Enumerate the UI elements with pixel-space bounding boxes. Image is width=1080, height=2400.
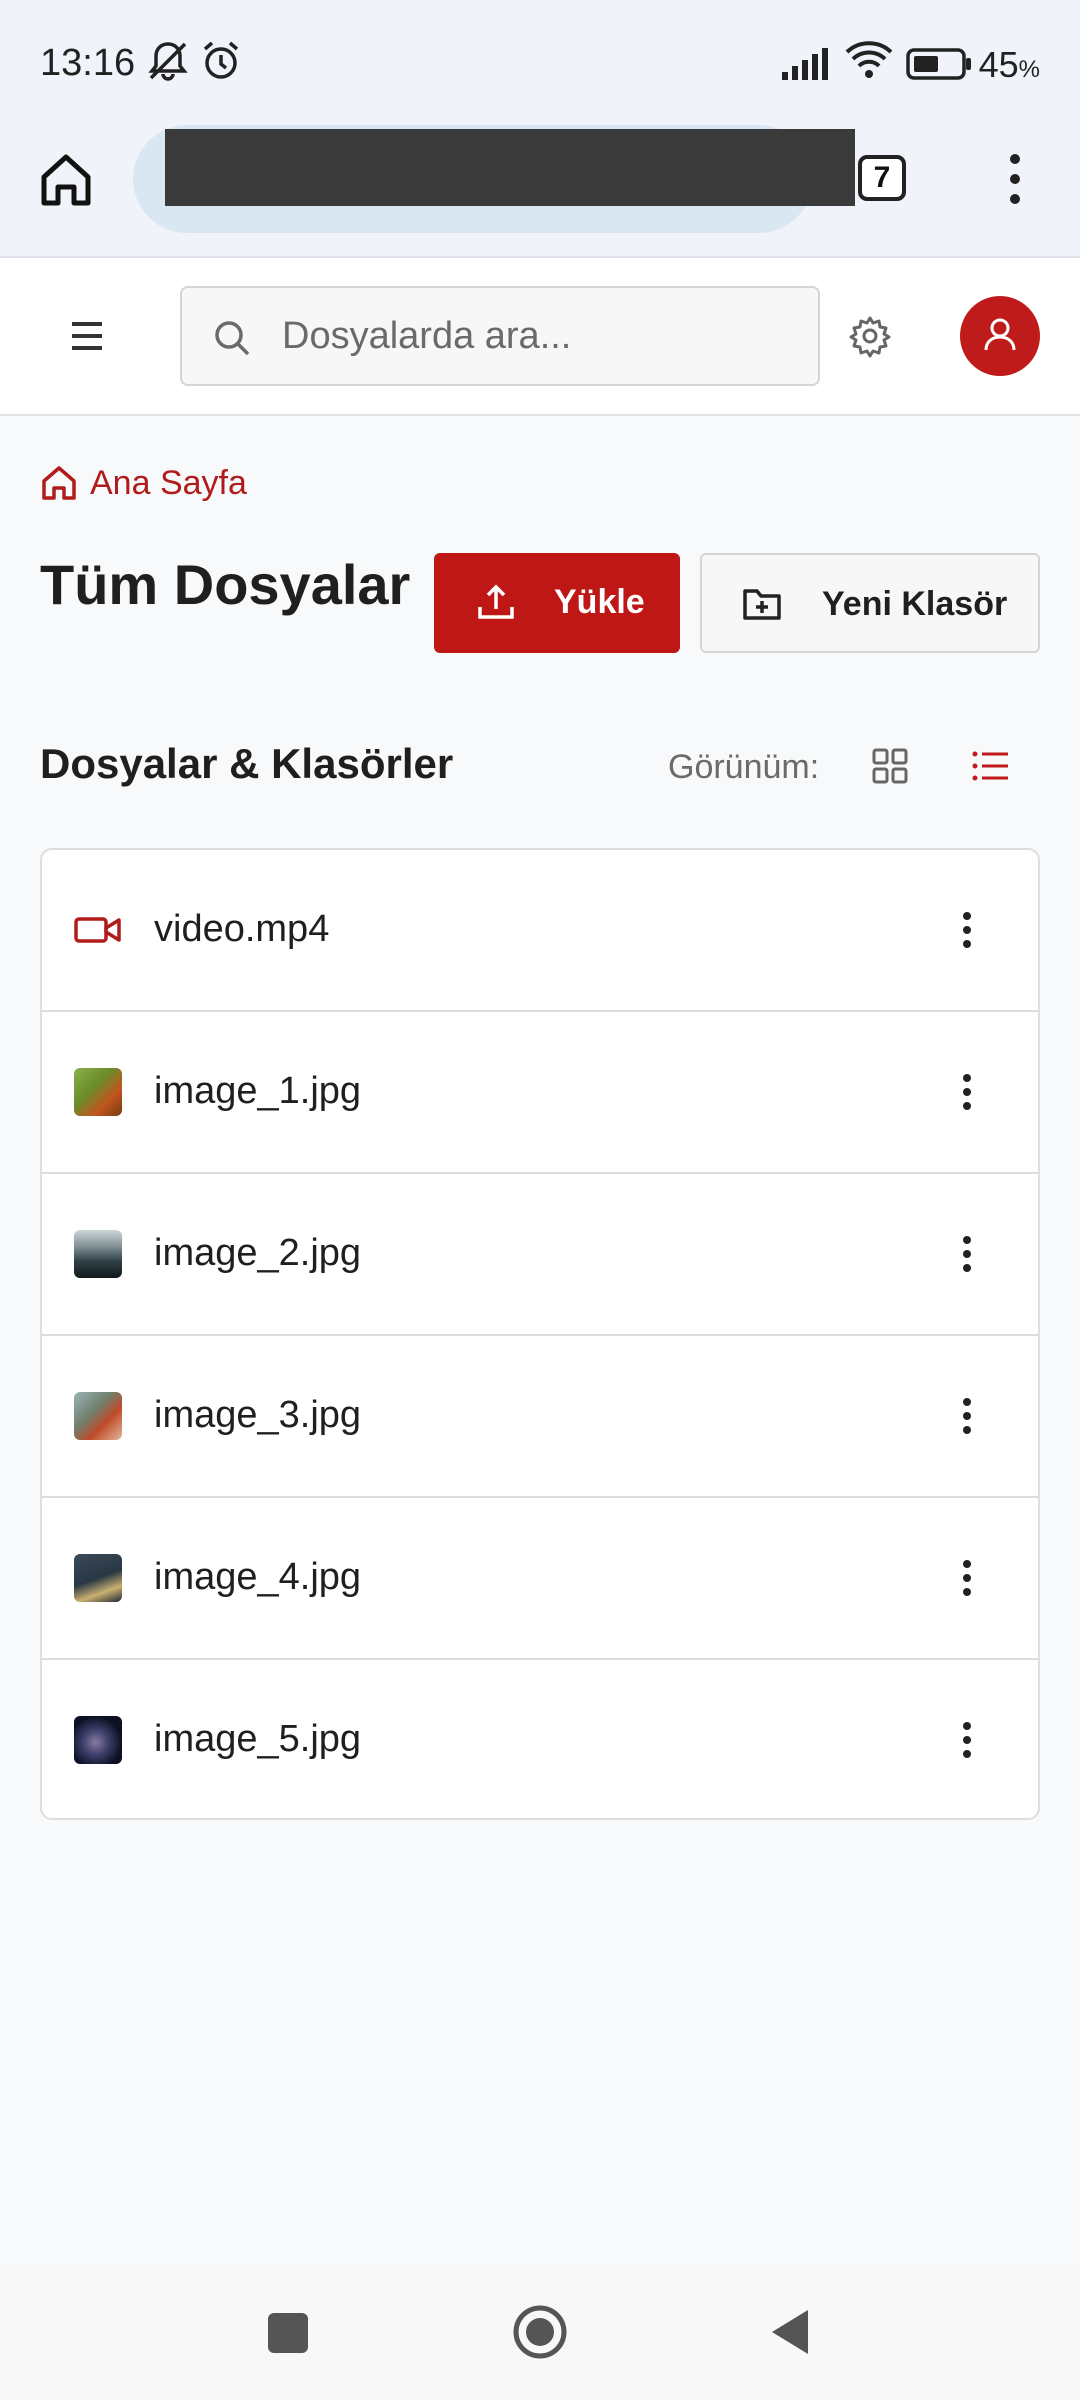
wifi-icon	[845, 40, 893, 85]
grid-view-icon[interactable]	[870, 746, 910, 786]
browser-menu-icon[interactable]	[1000, 151, 1030, 207]
file-name: image_2.jpg	[154, 1232, 362, 1274]
home-icon	[42, 466, 76, 500]
tab-switcher-button[interactable]: 7	[858, 155, 906, 201]
image-thumbnail	[74, 1392, 122, 1440]
file-row-image[interactable]: image_4.jpg	[42, 1498, 1038, 1660]
redacted-url	[165, 129, 855, 206]
breadcrumb[interactable]: Ana Sayfa	[40, 458, 247, 508]
user-icon	[984, 318, 1016, 351]
file-list: video.mp4 image_1.jpg image_2.jpg image_…	[40, 848, 1040, 1820]
browser-home-button[interactable]	[38, 151, 94, 207]
settings-gear-icon[interactable]	[848, 314, 892, 358]
file-name: image_4.jpg	[154, 1556, 362, 1598]
view-label: Görünüm:	[668, 748, 820, 786]
upload-button[interactable]: Yükle	[434, 553, 680, 653]
file-name: image_1.jpg	[154, 1070, 362, 1112]
file-name: image_3.jpg	[154, 1394, 362, 1436]
new-folder-button[interactable]: Yeni Klasör	[700, 553, 1040, 653]
image-thumbnail	[74, 1554, 122, 1602]
section-title: Dosyalar & Klasörler	[40, 740, 454, 787]
more-options-icon[interactable]	[952, 1388, 982, 1444]
file-row-image[interactable]: image_2.jpg	[42, 1174, 1038, 1336]
file-row-video[interactable]: video.mp4	[42, 850, 1038, 1012]
image-thumbnail	[74, 1230, 122, 1278]
signal-icon	[782, 46, 834, 85]
file-row-image[interactable]: image_3.jpg	[42, 1336, 1038, 1498]
folder-plus-icon	[743, 589, 781, 620]
more-options-icon[interactable]	[952, 1064, 982, 1120]
user-avatar[interactable]	[960, 296, 1040, 376]
battery-icon	[906, 48, 972, 85]
app-header	[0, 258, 1080, 416]
recents-button[interactable]	[268, 2313, 308, 2353]
upload-icon	[478, 584, 514, 619]
new-folder-button-label: Yeni Klasör	[822, 585, 1008, 623]
image-thumbnail	[74, 1068, 122, 1116]
mute-notifications-icon	[145, 40, 191, 87]
alarm-icon	[200, 40, 242, 87]
home-button[interactable]	[512, 2304, 568, 2360]
breadcrumb-home-label: Ana Sayfa	[90, 463, 247, 502]
search-input[interactable]	[282, 288, 802, 384]
browser-toolbar: 7	[0, 125, 1080, 258]
more-options-icon[interactable]	[952, 1712, 982, 1768]
system-navigation-bar	[0, 2268, 1080, 2400]
file-row-image[interactable]: image_1.jpg	[42, 1012, 1038, 1174]
file-row-image[interactable]: image_5.jpg	[42, 1660, 1038, 1818]
video-icon	[74, 906, 122, 954]
file-name: video.mp4	[154, 908, 330, 950]
more-options-icon[interactable]	[952, 902, 982, 958]
search-icon	[212, 318, 252, 358]
status-time: 13:16	[40, 42, 136, 84]
list-view-icon[interactable]	[970, 746, 1010, 786]
battery-percent: 45%	[978, 44, 1040, 85]
more-options-icon[interactable]	[952, 1550, 982, 1606]
hamburger-menu-icon[interactable]	[68, 318, 112, 354]
image-thumbnail	[74, 1716, 122, 1764]
status-bar: 13:16 45%	[0, 0, 1080, 125]
file-name: image_5.jpg	[154, 1718, 362, 1760]
more-options-icon[interactable]	[952, 1226, 982, 1282]
upload-button-label: Yükle	[554, 583, 645, 621]
search-box[interactable]	[180, 286, 820, 386]
page-title: Tüm Dosyalar	[40, 553, 411, 616]
back-button[interactable]	[770, 2308, 810, 2356]
